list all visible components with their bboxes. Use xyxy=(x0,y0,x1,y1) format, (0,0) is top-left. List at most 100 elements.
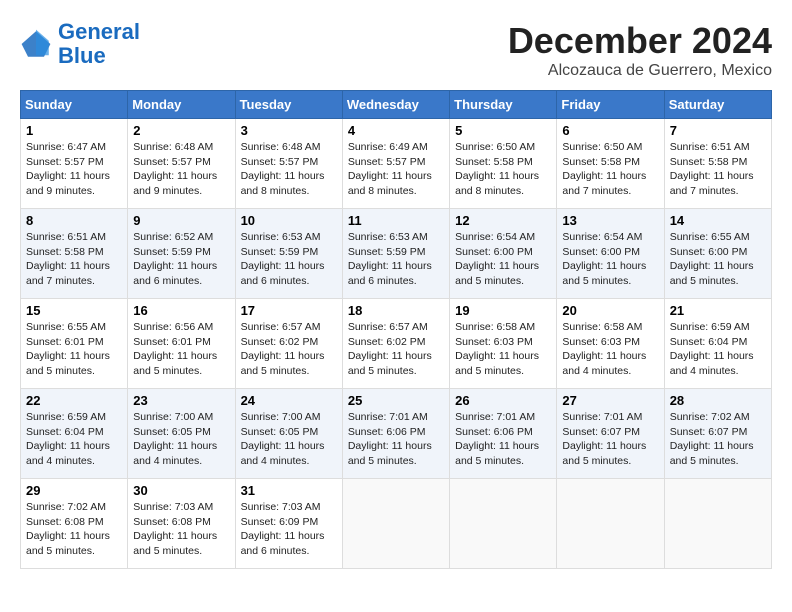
day-number: 16 xyxy=(133,303,229,318)
day-info: Sunrise: 6:49 AMSunset: 5:57 PMDaylight:… xyxy=(348,141,432,197)
day-number: 1 xyxy=(26,123,122,138)
calendar-cell: 4 Sunrise: 6:49 AMSunset: 5:57 PMDayligh… xyxy=(342,119,449,209)
header-thursday: Thursday xyxy=(450,91,557,119)
day-number: 6 xyxy=(562,123,658,138)
week-row-3: 15 Sunrise: 6:55 AMSunset: 6:01 PMDaylig… xyxy=(21,299,772,389)
logo-text: General Blue xyxy=(58,20,140,68)
day-number: 13 xyxy=(562,213,658,228)
day-number: 31 xyxy=(241,483,337,498)
day-number: 9 xyxy=(133,213,229,228)
calendar-header: SundayMondayTuesdayWednesdayThursdayFrid… xyxy=(21,91,772,119)
calendar-cell: 23 Sunrise: 7:00 AMSunset: 6:05 PMDaylig… xyxy=(128,389,235,479)
header-wednesday: Wednesday xyxy=(342,91,449,119)
calendar-cell: 15 Sunrise: 6:55 AMSunset: 6:01 PMDaylig… xyxy=(21,299,128,389)
calendar-cell: 12 Sunrise: 6:54 AMSunset: 6:00 PMDaylig… xyxy=(450,209,557,299)
day-number: 23 xyxy=(133,393,229,408)
day-number: 29 xyxy=(26,483,122,498)
day-info: Sunrise: 6:58 AMSunset: 6:03 PMDaylight:… xyxy=(455,321,539,377)
day-info: Sunrise: 7:01 AMSunset: 6:06 PMDaylight:… xyxy=(348,411,432,467)
day-number: 15 xyxy=(26,303,122,318)
day-number: 18 xyxy=(348,303,444,318)
day-number: 12 xyxy=(455,213,551,228)
calendar-cell: 18 Sunrise: 6:57 AMSunset: 6:02 PMDaylig… xyxy=(342,299,449,389)
day-number: 7 xyxy=(670,123,766,138)
day-number: 19 xyxy=(455,303,551,318)
header-friday: Friday xyxy=(557,91,664,119)
calendar-cell: 27 Sunrise: 7:01 AMSunset: 6:07 PMDaylig… xyxy=(557,389,664,479)
day-number: 17 xyxy=(241,303,337,318)
calendar-cell: 25 Sunrise: 7:01 AMSunset: 6:06 PMDaylig… xyxy=(342,389,449,479)
day-number: 28 xyxy=(670,393,766,408)
calendar-cell: 17 Sunrise: 6:57 AMSunset: 6:02 PMDaylig… xyxy=(235,299,342,389)
day-info: Sunrise: 6:51 AMSunset: 5:58 PMDaylight:… xyxy=(26,231,110,287)
calendar-cell: 14 Sunrise: 6:55 AMSunset: 6:00 PMDaylig… xyxy=(664,209,771,299)
day-info: Sunrise: 6:59 AMSunset: 6:04 PMDaylight:… xyxy=(670,321,754,377)
day-info: Sunrise: 6:59 AMSunset: 6:04 PMDaylight:… xyxy=(26,411,110,467)
day-number: 25 xyxy=(348,393,444,408)
page-header: General Blue December 2024 Alcozauca de … xyxy=(20,20,772,80)
day-number: 30 xyxy=(133,483,229,498)
day-info: Sunrise: 6:58 AMSunset: 6:03 PMDaylight:… xyxy=(562,321,646,377)
day-info: Sunrise: 7:03 AMSunset: 6:08 PMDaylight:… xyxy=(133,501,217,557)
week-row-4: 22 Sunrise: 6:59 AMSunset: 6:04 PMDaylig… xyxy=(21,389,772,479)
calendar-cell: 13 Sunrise: 6:54 AMSunset: 6:00 PMDaylig… xyxy=(557,209,664,299)
day-info: Sunrise: 7:00 AMSunset: 6:05 PMDaylight:… xyxy=(241,411,325,467)
calendar-cell: 3 Sunrise: 6:48 AMSunset: 5:57 PMDayligh… xyxy=(235,119,342,209)
day-info: Sunrise: 6:47 AMSunset: 5:57 PMDaylight:… xyxy=(26,141,110,197)
day-number: 10 xyxy=(241,213,337,228)
day-number: 27 xyxy=(562,393,658,408)
week-row-5: 29 Sunrise: 7:02 AMSunset: 6:08 PMDaylig… xyxy=(21,479,772,569)
day-number: 21 xyxy=(670,303,766,318)
calendar-cell: 6 Sunrise: 6:50 AMSunset: 5:58 PMDayligh… xyxy=(557,119,664,209)
calendar-cell: 1 Sunrise: 6:47 AMSunset: 5:57 PMDayligh… xyxy=(21,119,128,209)
day-info: Sunrise: 7:02 AMSunset: 6:08 PMDaylight:… xyxy=(26,501,110,557)
calendar-cell: 31 Sunrise: 7:03 AMSunset: 6:09 PMDaylig… xyxy=(235,479,342,569)
day-info: Sunrise: 6:52 AMSunset: 5:59 PMDaylight:… xyxy=(133,231,217,287)
calendar-cell: 22 Sunrise: 6:59 AMSunset: 6:04 PMDaylig… xyxy=(21,389,128,479)
location-title: Alcozauca de Guerrero, Mexico xyxy=(508,62,772,80)
day-number: 4 xyxy=(348,123,444,138)
day-info: Sunrise: 6:57 AMSunset: 6:02 PMDaylight:… xyxy=(241,321,325,377)
calendar-cell: 24 Sunrise: 7:00 AMSunset: 6:05 PMDaylig… xyxy=(235,389,342,479)
day-number: 5 xyxy=(455,123,551,138)
calendar-cell: 16 Sunrise: 6:56 AMSunset: 6:01 PMDaylig… xyxy=(128,299,235,389)
day-number: 3 xyxy=(241,123,337,138)
day-info: Sunrise: 6:53 AMSunset: 5:59 PMDaylight:… xyxy=(348,231,432,287)
month-title: December 2024 xyxy=(508,20,772,62)
day-info: Sunrise: 6:54 AMSunset: 6:00 PMDaylight:… xyxy=(455,231,539,287)
day-info: Sunrise: 6:48 AMSunset: 5:57 PMDaylight:… xyxy=(133,141,217,197)
day-info: Sunrise: 6:53 AMSunset: 5:59 PMDaylight:… xyxy=(241,231,325,287)
day-info: Sunrise: 6:51 AMSunset: 5:58 PMDaylight:… xyxy=(670,141,754,197)
calendar-cell xyxy=(664,479,771,569)
week-row-1: 1 Sunrise: 6:47 AMSunset: 5:57 PMDayligh… xyxy=(21,119,772,209)
logo-icon xyxy=(20,28,52,60)
calendar-cell: 21 Sunrise: 6:59 AMSunset: 6:04 PMDaylig… xyxy=(664,299,771,389)
calendar-cell: 30 Sunrise: 7:03 AMSunset: 6:08 PMDaylig… xyxy=(128,479,235,569)
day-info: Sunrise: 6:56 AMSunset: 6:01 PMDaylight:… xyxy=(133,321,217,377)
day-info: Sunrise: 7:00 AMSunset: 6:05 PMDaylight:… xyxy=(133,411,217,467)
day-info: Sunrise: 7:02 AMSunset: 6:07 PMDaylight:… xyxy=(670,411,754,467)
header-saturday: Saturday xyxy=(664,91,771,119)
day-info: Sunrise: 6:54 AMSunset: 6:00 PMDaylight:… xyxy=(562,231,646,287)
day-number: 20 xyxy=(562,303,658,318)
calendar-cell: 28 Sunrise: 7:02 AMSunset: 6:07 PMDaylig… xyxy=(664,389,771,479)
calendar-cell: 11 Sunrise: 6:53 AMSunset: 5:59 PMDaylig… xyxy=(342,209,449,299)
calendar-cell: 5 Sunrise: 6:50 AMSunset: 5:58 PMDayligh… xyxy=(450,119,557,209)
day-info: Sunrise: 7:01 AMSunset: 6:07 PMDaylight:… xyxy=(562,411,646,467)
day-number: 26 xyxy=(455,393,551,408)
day-number: 11 xyxy=(348,213,444,228)
calendar-cell: 9 Sunrise: 6:52 AMSunset: 5:59 PMDayligh… xyxy=(128,209,235,299)
calendar-cell: 19 Sunrise: 6:58 AMSunset: 6:03 PMDaylig… xyxy=(450,299,557,389)
calendar-cell: 26 Sunrise: 7:01 AMSunset: 6:06 PMDaylig… xyxy=(450,389,557,479)
calendar-cell xyxy=(557,479,664,569)
calendar-cell xyxy=(450,479,557,569)
calendar-cell: 29 Sunrise: 7:02 AMSunset: 6:08 PMDaylig… xyxy=(21,479,128,569)
calendar-cell xyxy=(342,479,449,569)
calendar-cell: 10 Sunrise: 6:53 AMSunset: 5:59 PMDaylig… xyxy=(235,209,342,299)
day-number: 22 xyxy=(26,393,122,408)
day-info: Sunrise: 6:55 AMSunset: 6:01 PMDaylight:… xyxy=(26,321,110,377)
day-info: Sunrise: 6:57 AMSunset: 6:02 PMDaylight:… xyxy=(348,321,432,377)
day-info: Sunrise: 7:03 AMSunset: 6:09 PMDaylight:… xyxy=(241,501,325,557)
calendar-table: SundayMondayTuesdayWednesdayThursdayFrid… xyxy=(20,90,772,569)
calendar-cell: 2 Sunrise: 6:48 AMSunset: 5:57 PMDayligh… xyxy=(128,119,235,209)
